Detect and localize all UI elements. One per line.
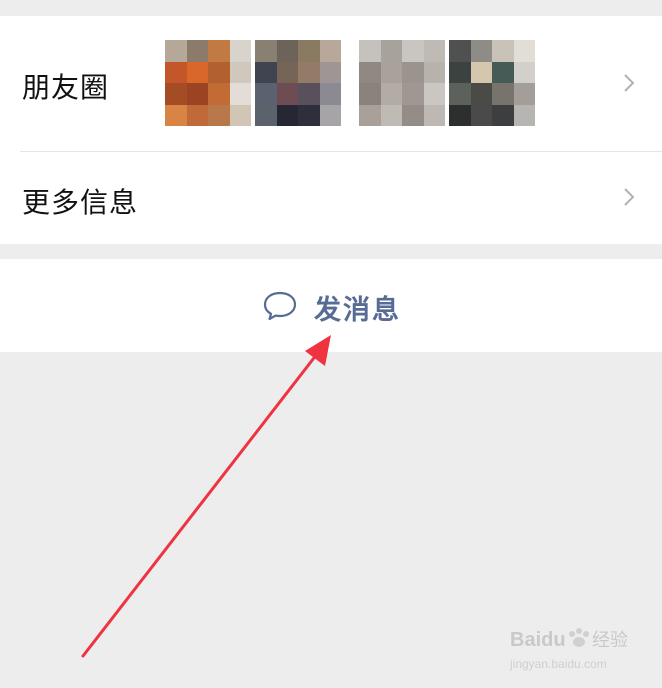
send-message-label: 发消息: [314, 295, 401, 326]
contact-profile-screen: 朋友圈 更多信息 发消息 Baidu 经验 jingyan.baidu.com: [0, 0, 662, 688]
moments-row[interactable]: 朋友圈: [0, 16, 662, 151]
profile-info-card: 朋友圈 更多信息: [0, 16, 662, 244]
moments-thumbnail: [359, 40, 445, 126]
moments-label: 朋友圈: [22, 71, 110, 104]
chevron-right-icon: [624, 74, 635, 92]
more-info-row[interactable]: 更多信息: [0, 151, 662, 244]
chat-bubble-icon: [263, 291, 297, 321]
send-message-button[interactable]: 发消息: [0, 259, 662, 352]
watermark-label: 经验: [592, 630, 628, 651]
top-spacer: [0, 0, 662, 16]
watermark-url: jingyan.baidu.com: [509, 657, 607, 671]
action-card: 发消息: [0, 259, 662, 352]
chevron-right-icon: [624, 188, 635, 206]
more-info-label: 更多信息: [22, 186, 139, 219]
moments-thumbnail: [165, 40, 251, 126]
moments-thumbnail: [449, 40, 535, 126]
paw-icon: [569, 628, 589, 647]
moments-thumbnail: [255, 40, 341, 126]
baidu-jingyan-watermark: Baidu 经验 jingyan.baidu.com: [509, 628, 628, 671]
watermark-brand: Baidu: [510, 629, 566, 651]
moments-thumbnails: [165, 40, 535, 126]
